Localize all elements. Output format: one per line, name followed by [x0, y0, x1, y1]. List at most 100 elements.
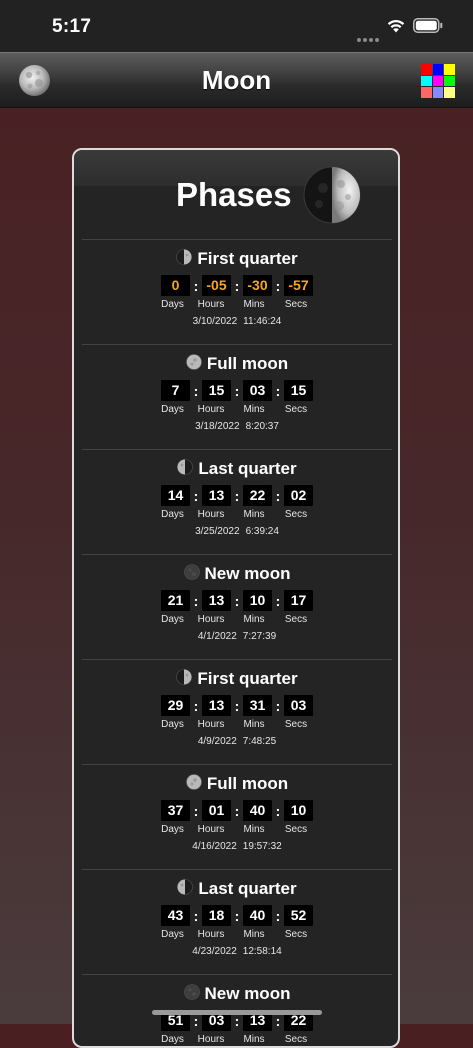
phase-list[interactable]: First quarter 0: -05: -30: -57 Days Hours Mins S…: [82, 239, 392, 1046]
separator: :: [234, 907, 240, 924]
countdown: 7:15:03:15: [82, 380, 392, 401]
hours-value: 18: [202, 905, 231, 926]
phase-date: 4/9/2022: [197, 736, 237, 747]
mins-label: Mins: [243, 719, 265, 730]
hours-value: 15: [202, 380, 231, 401]
palette-swatch: [421, 64, 432, 75]
days-value: 0: [161, 275, 190, 296]
mins-value: 10: [243, 590, 272, 611]
phase-row[interactable]: First quarter 0: -05: -30: -57 Days Hours Mins S…: [82, 239, 392, 344]
secs-value: 02: [284, 485, 313, 506]
days-label: Days: [161, 824, 184, 835]
separator: :: [275, 487, 281, 504]
phase-time: 7:27:39: [242, 631, 277, 642]
secs-label: Secs: [284, 929, 308, 940]
home-indicator[interactable]: [152, 1010, 322, 1015]
secs-label: Secs: [284, 614, 308, 625]
phase-date: 4/16/2022: [192, 841, 237, 852]
days-label: Days: [161, 404, 184, 415]
mins-value: 22: [243, 485, 272, 506]
mins-label: Mins: [243, 299, 265, 310]
phase-date: 3/10/2022: [192, 316, 238, 327]
phase-head: New moon: [82, 564, 392, 586]
separator: :: [234, 697, 240, 714]
hours-value: 13: [202, 695, 231, 716]
hours-value: 13: [202, 590, 231, 611]
countdown-labels: Days Hours Mins Secs: [82, 509, 392, 520]
phase-row[interactable]: New moon 21:13:10:17 Days Hours Mins Secs 4/1/…: [82, 554, 392, 659]
palette-swatch: [432, 87, 444, 98]
phase-time: 19:57:32: [242, 841, 282, 852]
phase-date: 4/23/2022: [192, 946, 237, 957]
phase-date: 3/18/2022: [195, 421, 240, 432]
days-value: 7: [161, 380, 190, 401]
phase-datetime: 4/16/2022 19:57:32: [82, 841, 392, 852]
countdown: 21:13:10:17: [82, 590, 392, 611]
countdown: 0: -05: -30: -57: [82, 275, 392, 296]
phase-row[interactable]: First quarter 29:13:31:03 Days Hours Mins Sec…: [82, 659, 392, 764]
separator: :: [193, 592, 199, 609]
first-quarter-moon-icon: [176, 249, 193, 265]
separator: :: [275, 907, 281, 924]
phase-head: Full moon: [82, 354, 392, 376]
phase-time: 6:39:24: [245, 526, 279, 537]
countdown-labels: Days Hours Mins Secs: [82, 929, 392, 940]
phase-name: Last quarter: [198, 459, 297, 478]
wifi-icon: [387, 19, 405, 33]
separator: :: [275, 697, 281, 714]
phase-datetime: 3/25/2022 6:39:24: [82, 526, 392, 537]
last-quarter-moon-icon: [177, 459, 194, 475]
color-palette-button[interactable]: [421, 64, 455, 98]
separator: :: [193, 907, 199, 924]
mins-value: 03: [243, 380, 272, 401]
countdown-labels: Days Hours Mins Secs: [82, 404, 392, 415]
secs-value: -57: [284, 275, 313, 296]
separator: :: [193, 487, 199, 504]
phase-row[interactable]: Last quarter 14:13:22:02 Days Hours Mins Secs…: [82, 449, 392, 554]
phase-name: First quarter: [197, 669, 298, 688]
phase-name: Full moon: [206, 354, 289, 373]
phase-row[interactable]: Last quarter 43:18:40:52 Days Hours Mins Secs…: [82, 869, 392, 974]
days-label: Days: [161, 299, 184, 310]
days-label: Days: [161, 509, 184, 520]
phase-time: 7:48:25: [242, 736, 277, 747]
secs-label: Secs: [284, 404, 308, 415]
phase-datetime: 4/9/2022 7:48:25: [82, 736, 392, 747]
phase-datetime: 4/23/2022 12:58:14: [82, 946, 392, 957]
cellular-signal-icon: [357, 29, 381, 42]
mins-label: Mins: [243, 614, 265, 625]
hours-value: 01: [202, 800, 231, 821]
palette-swatch: [421, 87, 432, 98]
hours-value: 13: [202, 485, 231, 506]
phase-head: Full moon: [82, 774, 392, 796]
hours-label: Hours: [197, 824, 225, 835]
palette-swatch: [444, 87, 455, 98]
hours-label: Hours: [197, 299, 225, 310]
separator: :: [193, 382, 199, 399]
full-moon-icon: [186, 354, 202, 370]
secs-value: 15: [284, 380, 313, 401]
secs-value: 10: [284, 800, 313, 821]
days-value: 14: [161, 485, 190, 506]
nav-title: Moon: [201, 65, 272, 95]
half-moon-icon: [303, 166, 361, 224]
mins-label: Mins: [243, 509, 265, 520]
countdown: 29:13:31:03: [82, 695, 392, 716]
palette-swatch: [444, 75, 455, 87]
phases-card: Phases First quarter 0: -05: -30: -57 Days Hou…: [72, 148, 400, 1048]
phase-datetime: 4/1/2022 7:27:39: [82, 631, 392, 642]
separator: :: [193, 697, 199, 714]
days-value: 37: [161, 800, 190, 821]
mins-value: 40: [243, 800, 272, 821]
phase-time: 11:46:24: [243, 316, 282, 327]
secs-value: 52: [284, 905, 313, 926]
hours-value: -05: [202, 275, 231, 296]
countdown: 14:13:22:02: [82, 485, 392, 506]
phase-row[interactable]: Full moon 7:15:03:15 Days Hours Mins Secs 3/18…: [82, 344, 392, 449]
hours-label: Hours: [197, 509, 225, 520]
first-quarter-moon-icon: [176, 669, 193, 685]
separator: :: [234, 487, 240, 504]
phase-row[interactable]: Full moon 37:01:40:10 Days Hours Mins Secs 4/1…: [82, 764, 392, 869]
secs-label: Secs: [284, 719, 308, 730]
secs-label: Secs: [284, 509, 308, 520]
